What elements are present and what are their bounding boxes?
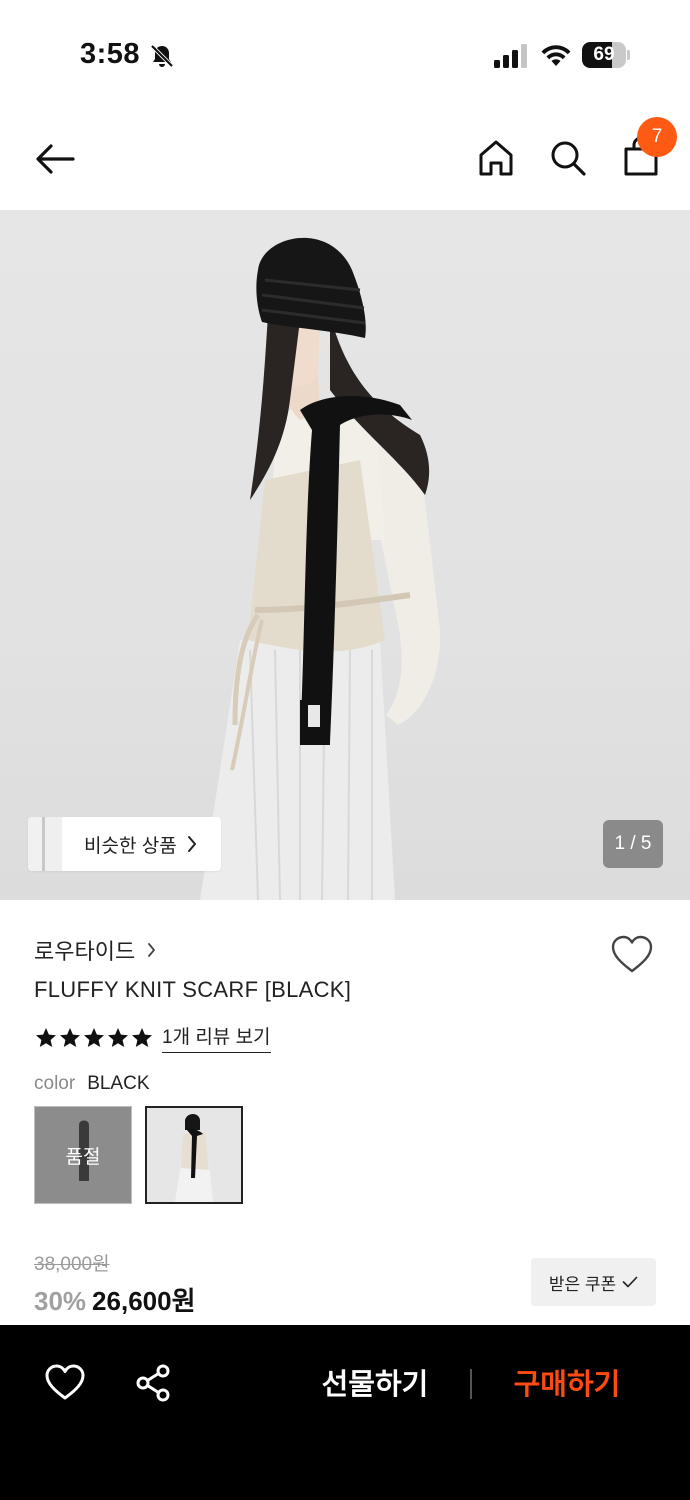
divider [470, 1369, 472, 1399]
cellular-signal-icon [494, 44, 527, 68]
product-image[interactable] [0, 210, 690, 900]
soldout-label: 품절 [65, 1146, 101, 1168]
image-page-indicator: 1 / 5 [603, 820, 663, 868]
star-icon [132, 1027, 152, 1047]
model-photo [200, 237, 441, 900]
similar-product-thumbnail [28, 817, 62, 871]
status-time: 3:58 [80, 38, 141, 70]
discount-rate: 30% [34, 1286, 87, 1316]
rating-stars [34, 1026, 154, 1050]
review-link[interactable]: 1개 리뷰 보기 [162, 1022, 271, 1053]
back-button[interactable] [30, 136, 80, 182]
star-icon [36, 1027, 56, 1047]
color-swatch-soldout[interactable]: 품절 [34, 1106, 132, 1204]
product-title: FLUFFY KNIT SCARF [BLACK] [34, 977, 352, 1002]
buy-button[interactable]: 구매하기 [500, 1363, 634, 1407]
color-row: color BLACK [34, 1073, 150, 1095]
share-icon [136, 1364, 170, 1402]
app-header [0, 110, 690, 210]
color-key: color [34, 1073, 76, 1094]
battery-level: 69 [593, 44, 615, 65]
bottom-action-bar: 선물하기 구매하기 [0, 1325, 690, 1500]
arrow-left-icon [36, 144, 75, 174]
bell-off-icon [150, 44, 174, 68]
search-icon [551, 141, 586, 176]
coupon-label: 받은 쿠폰 [548, 1274, 617, 1294]
status-bar: 3:58 69 [0, 0, 690, 110]
home-icon [479, 140, 513, 176]
color-value: BLACK [87, 1073, 150, 1094]
share-button[interactable] [134, 1363, 174, 1403]
wishlist-button[interactable] [610, 934, 654, 974]
brand-name: 로우타이드 [34, 939, 136, 964]
similar-products-label: 비슷한 상품 [84, 835, 177, 857]
price-row: 30% 26,600원 [34, 1281, 196, 1318]
cart-count-badge: 7 [637, 117, 677, 157]
wifi-icon [541, 45, 571, 66]
star-icon [108, 1027, 128, 1047]
original-price: 38,000원 [34, 1254, 110, 1275]
star-icon [84, 1027, 104, 1047]
search-button[interactable] [546, 136, 590, 180]
battery-icon: 69 [582, 42, 630, 68]
chevron-right-icon [187, 836, 196, 852]
checkmark-icon [622, 1276, 638, 1288]
brand-link[interactable]: 로우타이드 [34, 934, 156, 966]
gift-button[interactable]: 선물하기 [310, 1363, 440, 1407]
heart-icon [45, 1364, 85, 1400]
rating-row: 1개 리뷰 보기 [34, 1022, 271, 1053]
color-swatch-selected[interactable] [145, 1106, 243, 1204]
coupon-button[interactable]: 받은 쿠폰 [531, 1258, 656, 1306]
chevron-right-icon [148, 943, 156, 957]
heart-icon [611, 935, 653, 973]
swatch-model-thumbnail [147, 1108, 241, 1202]
star-icon [60, 1027, 80, 1047]
home-button[interactable] [474, 136, 518, 180]
final-price: 26,600원 [92, 1286, 196, 1316]
similar-products-button[interactable]: 비슷한 상품 [28, 817, 221, 871]
bottom-wishlist-button[interactable] [44, 1363, 86, 1401]
